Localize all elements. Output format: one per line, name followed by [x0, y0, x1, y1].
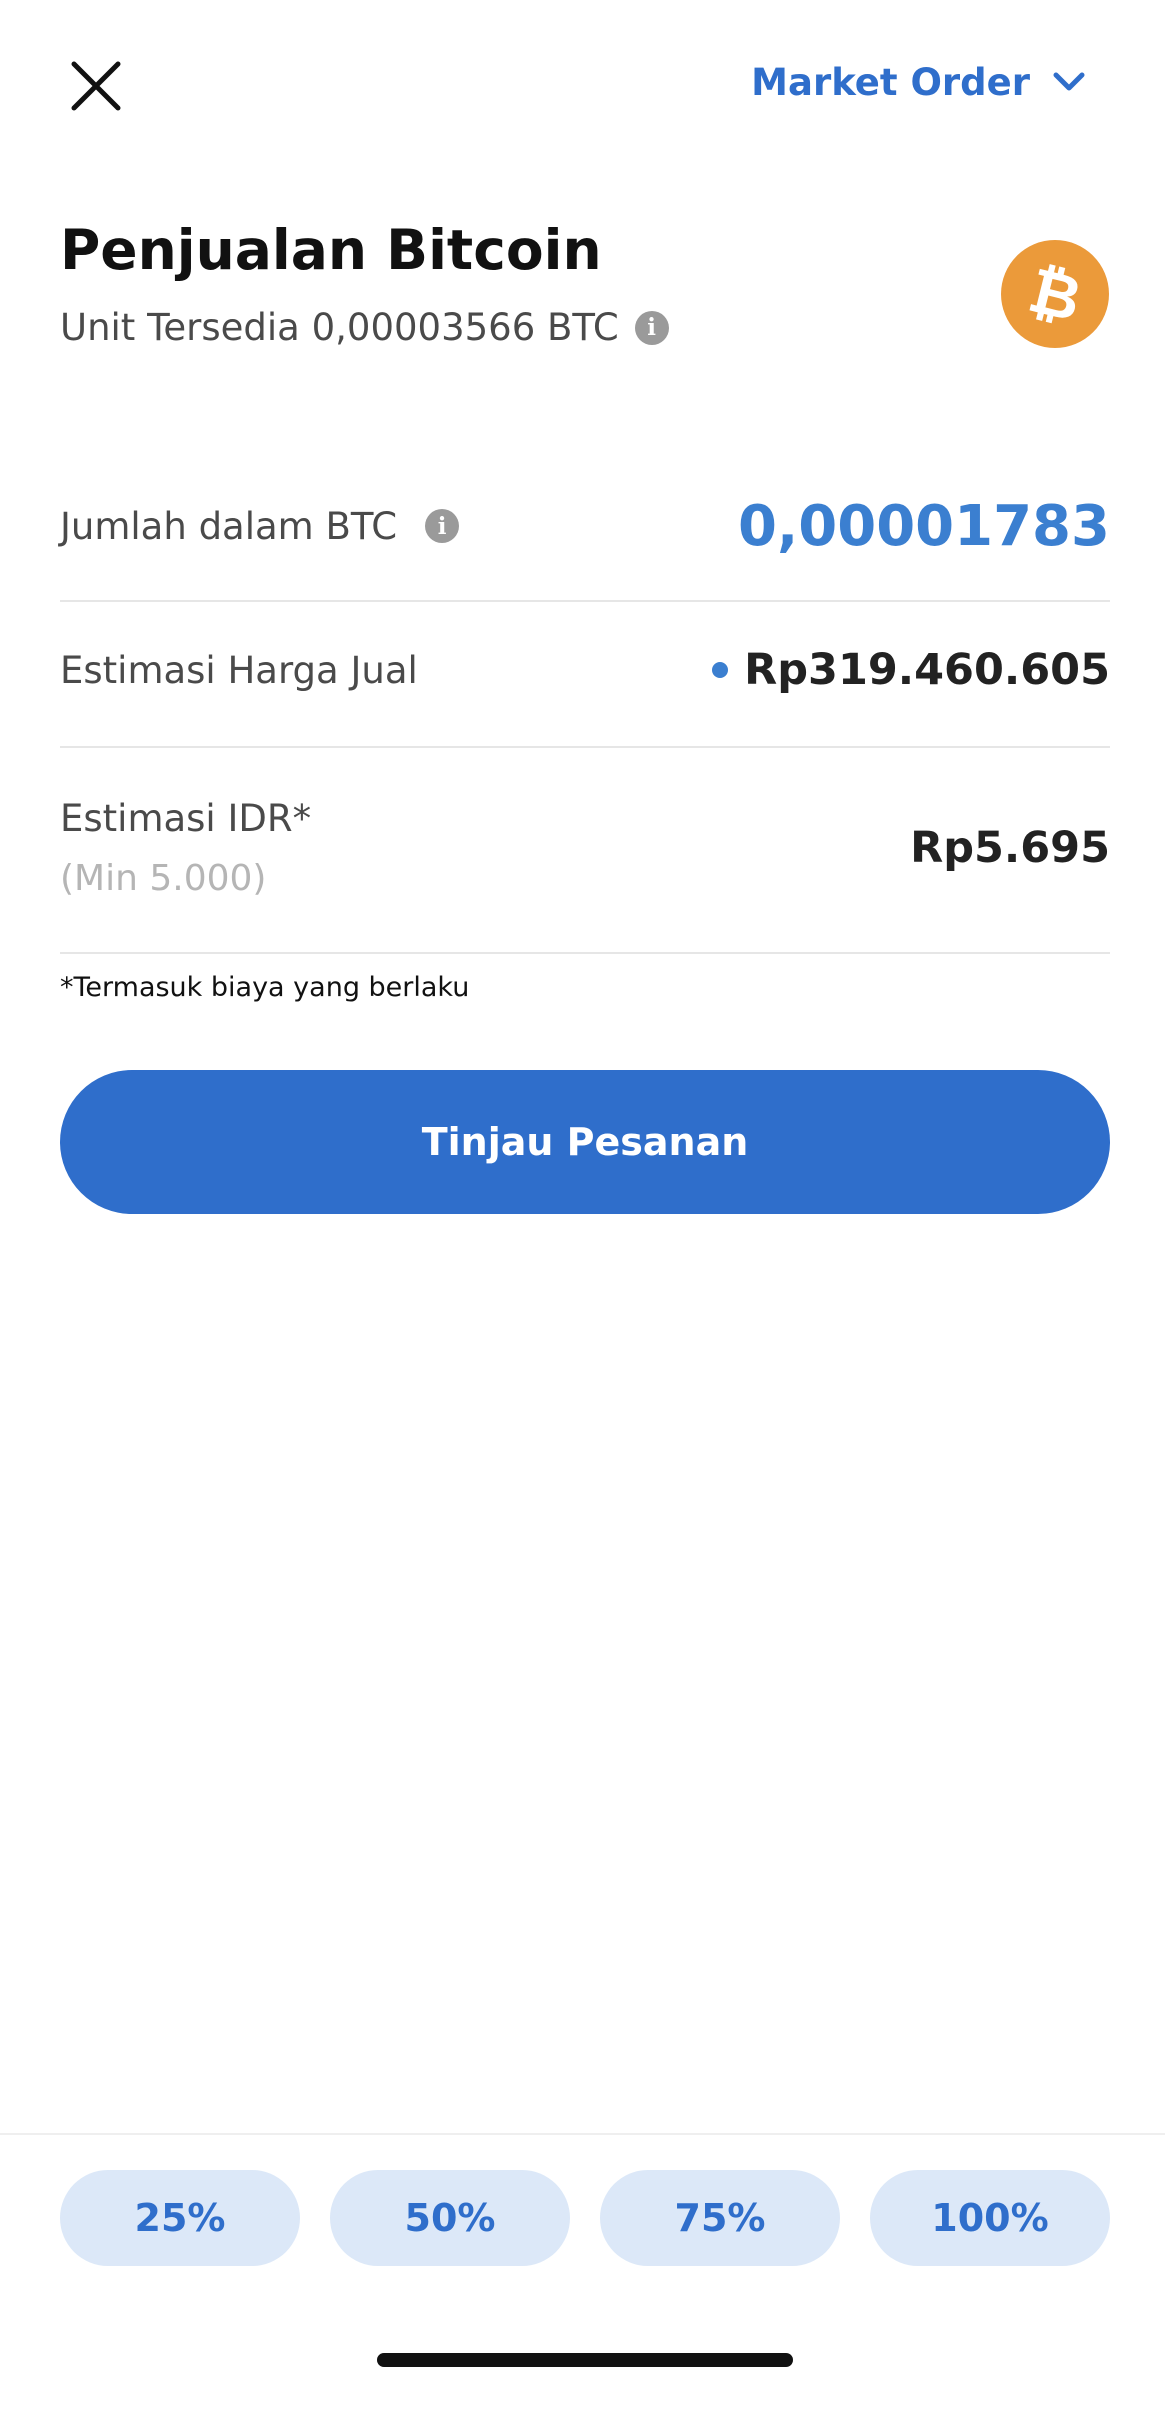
- amount-row: Jumlah dalam BTC i 0,00001783: [60, 488, 1110, 564]
- info-icon[interactable]: i: [634, 310, 669, 345]
- review-order-button[interactable]: Tinjau Pesanan: [60, 1070, 1110, 1214]
- idr-estimate-label: Estimasi IDR*: [60, 797, 312, 840]
- idr-label-group: Estimasi IDR* (Min 5.000): [60, 797, 311, 899]
- percent-selector: 25% 50% 75% 100%: [60, 2170, 1110, 2266]
- bitcoin-logo-icon: ₿: [1001, 240, 1109, 348]
- sell-price-row: Estimasi Harga Jual Rp319.460.605: [60, 640, 1110, 700]
- idr-estimate-value: Rp5.695: [910, 823, 1110, 873]
- percent-25-button[interactable]: 25%: [60, 2170, 300, 2266]
- percent-50-button[interactable]: 50%: [330, 2170, 570, 2266]
- percent-75-button[interactable]: 75%: [600, 2170, 840, 2266]
- chevron-down-icon: [1053, 72, 1085, 91]
- idr-estimate-row: Estimasi IDR* (Min 5.000) Rp5.695: [60, 788, 1110, 908]
- sell-price-label: Estimasi Harga Jual: [60, 648, 418, 692]
- divider: [60, 746, 1110, 748]
- divider: [60, 952, 1110, 954]
- percent-100-button[interactable]: 100%: [870, 2170, 1110, 2266]
- order-type-label: Market Order: [751, 60, 1030, 104]
- available-units: Unit Tersedia 0,00003566 BTC i: [60, 306, 669, 349]
- available-units-text: Unit Tersedia 0,00003566 BTC: [60, 306, 619, 349]
- home-indicator: [377, 2353, 793, 2367]
- order-type-dropdown[interactable]: Market Order: [751, 52, 1090, 112]
- fee-footnote: *Termasuk biaya yang berlaku: [60, 972, 470, 1003]
- amount-label-group: Jumlah dalam BTC i: [60, 504, 460, 548]
- close-icon: [71, 61, 121, 111]
- sell-price-value: Rp319.460.605: [744, 645, 1110, 695]
- amount-label: Jumlah dalam BTC: [60, 504, 398, 548]
- info-icon[interactable]: i: [425, 509, 460, 543]
- divider: [60, 600, 1110, 602]
- sell-price-value-group: Rp319.460.605: [712, 645, 1110, 695]
- page-title: Penjualan Bitcoin: [60, 218, 602, 282]
- bitcoin-symbol: ₿: [1021, 252, 1089, 336]
- live-price-dot: [712, 662, 729, 678]
- close-button[interactable]: [60, 50, 132, 122]
- idr-minimum-hint: (Min 5.000): [60, 858, 267, 899]
- amount-input[interactable]: 0,00001783: [738, 494, 1110, 559]
